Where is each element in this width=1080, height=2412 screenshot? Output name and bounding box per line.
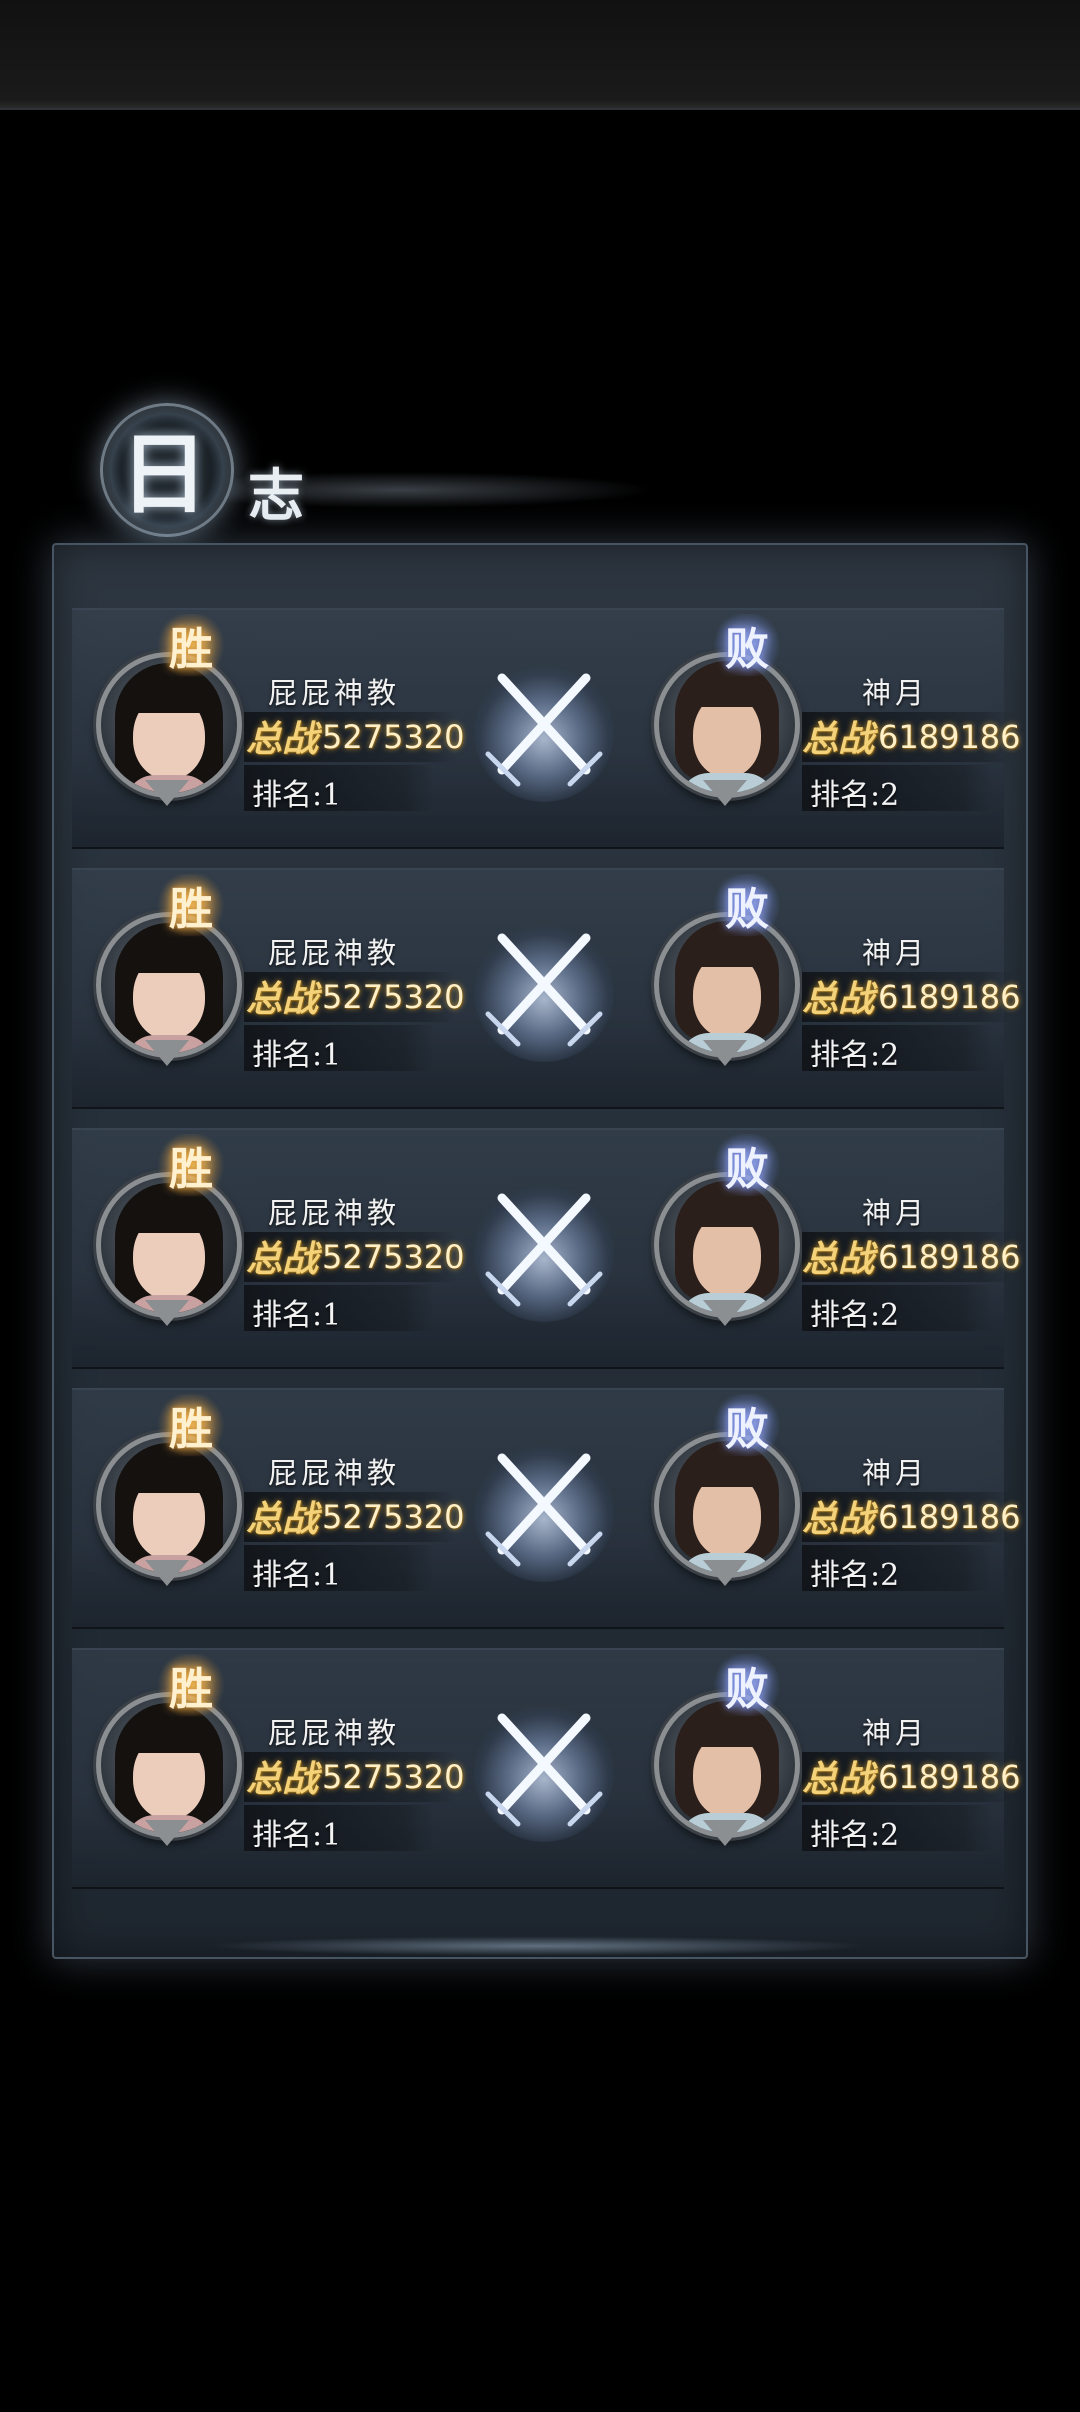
right-player-power: 6189186 xyxy=(878,1238,1021,1276)
left-player-rank: 排名:1 xyxy=(252,778,342,813)
crossed-swords-icon[interactable] xyxy=(474,912,614,1062)
avatar-frame-tip xyxy=(703,1040,747,1066)
left-player-name: 屁屁神教 xyxy=(268,1196,401,1230)
bangs xyxy=(131,1721,207,1753)
lose-badge: 败 xyxy=(712,1134,782,1196)
power-label: 总战 xyxy=(802,1498,875,1540)
battle-log-row[interactable]: 胜 屁屁神教 总战 5275320 排名:1 败 神月 总战 6189186 排… xyxy=(72,1388,1021,1629)
power-label: 总战 xyxy=(802,1758,875,1800)
power-label: 总战 xyxy=(246,1758,319,1800)
right-player-name: 神月 xyxy=(862,1456,929,1490)
win-badge: 胜 xyxy=(156,874,226,936)
bangs xyxy=(685,937,769,967)
left-player-name: 屁屁神教 xyxy=(268,1716,401,1750)
win-badge: 胜 xyxy=(156,1134,226,1196)
power-label: 总战 xyxy=(246,978,319,1020)
log-header: 日 志 xyxy=(80,395,840,555)
crossed-swords-icon[interactable] xyxy=(474,1692,614,1842)
power-label: 总战 xyxy=(802,718,875,760)
avatar-frame-tip xyxy=(145,1040,189,1066)
top-bar xyxy=(0,0,1080,110)
left-player-name: 屁屁神教 xyxy=(268,1456,401,1490)
left-player-power: 5275320 xyxy=(322,978,465,1016)
panel-bottom-glow xyxy=(52,1935,1024,1957)
power-label: 总战 xyxy=(802,1238,875,1280)
avatar-frame-tip xyxy=(703,1560,747,1586)
right-player-rank: 排名:2 xyxy=(810,778,900,813)
battle-log-row[interactable]: 胜 屁屁神教 总战 5275320 排名:1 败 神月 总战 6189186 排… xyxy=(72,608,1021,849)
right-player-power: 6189186 xyxy=(878,1498,1021,1536)
crossed-swords-icon[interactable] xyxy=(474,652,614,802)
win-badge: 胜 xyxy=(156,1654,226,1716)
avatar-frame-tip xyxy=(145,780,189,806)
right-player-power: 6189186 xyxy=(878,1758,1021,1796)
win-badge: 胜 xyxy=(156,614,226,676)
win-badge: 胜 xyxy=(156,1394,226,1456)
power-label: 总战 xyxy=(246,1498,319,1540)
avatar-frame-tip xyxy=(145,1560,189,1586)
right-player-rank: 排名:2 xyxy=(810,1038,900,1073)
right-player-power: 6189186 xyxy=(878,718,1021,756)
bangs xyxy=(131,941,207,973)
left-player-rank: 排名:1 xyxy=(252,1818,342,1853)
power-label: 总战 xyxy=(246,718,319,760)
bangs xyxy=(131,681,207,713)
header-title-char-2: 志 xyxy=(248,463,304,529)
header-mist xyxy=(140,455,840,525)
avatar-frame-tip xyxy=(145,1300,189,1326)
avatar-frame-tip xyxy=(703,780,747,806)
battle-log-row[interactable]: 胜 屁屁神教 总战 5275320 排名:1 败 神月 总战 6189186 排… xyxy=(72,1648,1021,1889)
left-player-name: 屁屁神教 xyxy=(268,676,401,710)
right-player-name: 神月 xyxy=(862,1716,929,1750)
right-player-name: 神月 xyxy=(862,676,929,710)
right-player-rank: 排名:2 xyxy=(810,1558,900,1593)
avatar-frame-tip xyxy=(703,1820,747,1846)
lose-badge: 败 xyxy=(712,1394,782,1456)
left-player-power: 5275320 xyxy=(322,1238,465,1276)
header-title-char-1: 日 xyxy=(119,421,208,526)
power-label: 总战 xyxy=(246,1238,319,1280)
right-player-name: 神月 xyxy=(862,936,929,970)
battle-log-row[interactable]: 胜 屁屁神教 总战 5275320 排名:1 败 神月 总战 6189186 排… xyxy=(72,1128,1021,1369)
avatar-frame-tip xyxy=(703,1300,747,1326)
lose-badge: 败 xyxy=(712,874,782,936)
bangs xyxy=(131,1461,207,1493)
power-label: 总战 xyxy=(802,978,875,1020)
crossed-swords-icon[interactable] xyxy=(474,1172,614,1322)
left-player-power: 5275320 xyxy=(322,1498,465,1536)
right-player-rank: 排名:2 xyxy=(810,1818,900,1853)
crossed-swords-icon[interactable] xyxy=(474,1432,614,1582)
bangs xyxy=(685,1457,769,1487)
left-player-rank: 排名:1 xyxy=(252,1038,342,1073)
left-player-rank: 排名:1 xyxy=(252,1298,342,1333)
lose-badge: 败 xyxy=(712,1654,782,1716)
left-player-power: 5275320 xyxy=(322,718,465,756)
bangs xyxy=(131,1201,207,1233)
left-player-name: 屁屁神教 xyxy=(268,936,401,970)
left-player-power: 5275320 xyxy=(322,1758,465,1796)
battle-log-row[interactable]: 胜 屁屁神教 总战 5275320 排名:1 败 神月 总战 6189186 排… xyxy=(72,868,1021,1109)
bangs xyxy=(685,1197,769,1227)
bangs xyxy=(685,1717,769,1747)
right-player-power: 6189186 xyxy=(878,978,1021,1016)
right-player-rank: 排名:2 xyxy=(810,1298,900,1333)
bangs xyxy=(685,677,769,707)
right-player-name: 神月 xyxy=(862,1196,929,1230)
left-player-rank: 排名:1 xyxy=(252,1558,342,1593)
lose-badge: 败 xyxy=(712,614,782,676)
avatar-frame-tip xyxy=(145,1820,189,1846)
